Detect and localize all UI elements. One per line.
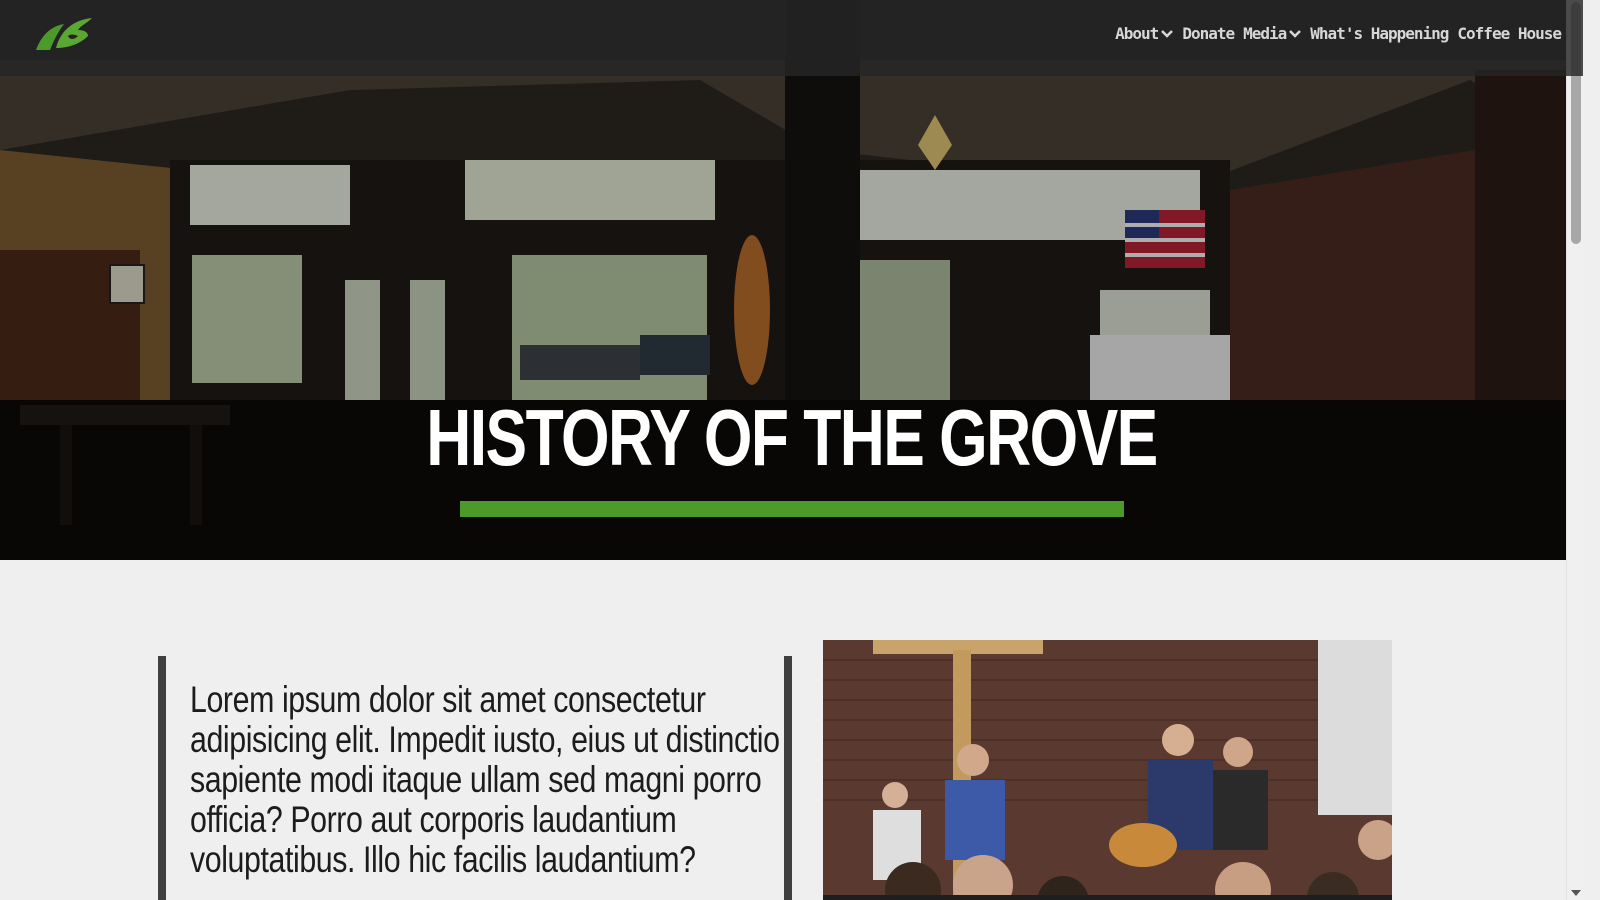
nav-donate-label: Donate (1182, 24, 1235, 43)
nav-media-label: Media (1243, 24, 1287, 43)
scroll-down-arrow-icon[interactable] (1571, 890, 1581, 896)
chevron-down-icon (1289, 29, 1302, 38)
main-nav: About Donate Media What's Happening Coff… (1115, 24, 1562, 43)
history-quote-text: Lorem ipsum dolor sit amet consectetur a… (190, 679, 780, 880)
page-scrollbar[interactable] (1566, 0, 1583, 900)
nav-coffee-house[interactable]: Coffee House (1457, 24, 1562, 43)
title-underline-accent (460, 501, 1124, 517)
history-quote-block: Lorem ipsum dolor sit amet consectetur a… (158, 656, 792, 900)
nav-whats-happening-label: What's Happening (1310, 24, 1449, 43)
worship-band-photo (823, 640, 1392, 900)
nav-about[interactable]: About (1115, 24, 1174, 43)
nav-donate[interactable]: Donate (1182, 24, 1235, 43)
nav-about-label: About (1115, 24, 1159, 43)
nav-coffee-house-label: Coffee House (1457, 24, 1562, 43)
hero-banner: About Donate Media What's Happening Coff… (0, 0, 1583, 560)
navbar: About Donate Media What's Happening Coff… (0, 0, 1583, 76)
chevron-down-icon (1161, 29, 1174, 38)
page-title: HISTORY OF THE GROVE (426, 393, 1158, 482)
grove-leaf-logo-icon[interactable] (34, 14, 94, 58)
page: About Donate Media What's Happening Coff… (0, 0, 1583, 900)
nav-whats-happening[interactable]: What's Happening (1310, 24, 1449, 43)
nav-media[interactable]: Media (1243, 24, 1302, 43)
